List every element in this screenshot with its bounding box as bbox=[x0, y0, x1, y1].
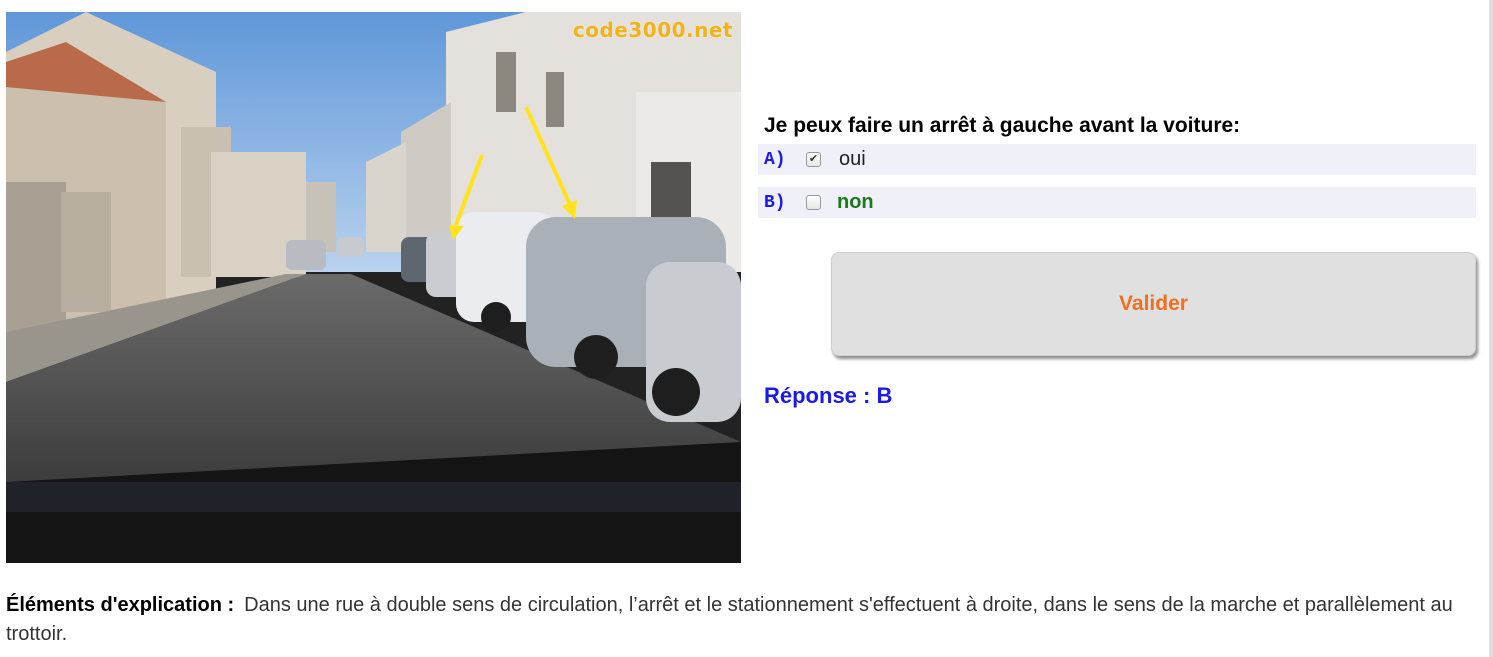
answer-checkbox-b[interactable] bbox=[806, 195, 821, 210]
explanation-label: Éléments d'explication : bbox=[6, 594, 235, 616]
scrollbar-edge bbox=[1489, 0, 1493, 657]
answer-row-b[interactable]: B) non bbox=[758, 187, 1476, 218]
question-text: Je peux faire un arrêt à gauche avant la… bbox=[764, 114, 1241, 137]
street-photo: code3000.net bbox=[6, 12, 741, 563]
answer-label-b: non bbox=[837, 191, 874, 213]
explanation: Éléments d'explication : Dans une rue à d… bbox=[6, 591, 1481, 649]
validate-button[interactable]: Valider bbox=[831, 252, 1476, 356]
answer-label-a: oui bbox=[839, 148, 866, 170]
answer-row-a[interactable]: A) ✔ oui bbox=[758, 144, 1476, 175]
answer-result: Réponse : B bbox=[764, 383, 893, 408]
street-scene-illustration bbox=[6, 12, 741, 563]
answer-checkbox-a[interactable]: ✔ bbox=[806, 152, 821, 167]
site-watermark: code3000.net bbox=[572, 18, 733, 42]
answer-letter-b: B) bbox=[764, 192, 786, 213]
answer-letter-a: A) bbox=[764, 149, 786, 170]
